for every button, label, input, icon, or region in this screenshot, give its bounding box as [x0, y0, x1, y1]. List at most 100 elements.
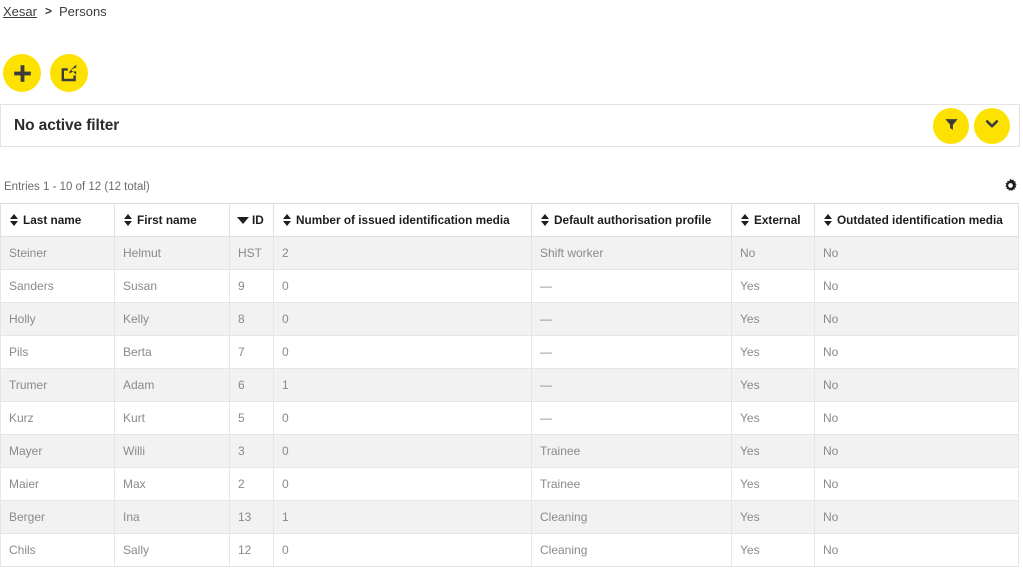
cell-first_name: Kurt	[114, 401, 230, 435]
cell-profile: —	[531, 302, 732, 336]
cell-external: Yes	[731, 401, 815, 435]
table-row[interactable]: Maier Max 2 0 Trainee Yes No	[0, 467, 1019, 501]
cell-id: 7	[229, 335, 274, 369]
column-header-issued-media[interactable]: Number of issued identification media	[273, 203, 532, 237]
cell-last_name: Pils	[0, 335, 115, 369]
cell-outdated: No	[814, 236, 1019, 270]
table-header-row: Last name First name ID Number of issued…	[0, 203, 1019, 237]
breadcrumb-current-persons: Persons	[58, 3, 107, 19]
cell-issued_media: 2	[273, 236, 532, 270]
cell-first_name: Berta	[114, 335, 230, 369]
cell-outdated: No	[814, 368, 1019, 402]
filter-panel: No active filter	[0, 104, 1020, 147]
cell-last_name: Trumer	[0, 368, 115, 402]
cell-external: Yes	[731, 368, 815, 402]
chevron-down-icon	[984, 116, 1000, 135]
gear-icon	[1003, 178, 1018, 196]
cell-id: 8	[229, 302, 274, 336]
column-header-label: Number of issued identification media	[296, 213, 510, 227]
cell-profile: Trainee	[531, 434, 732, 468]
entries-summary-row: Entries 1 - 10 of 12 (12 total)	[0, 178, 1020, 196]
column-header-default-profile[interactable]: Default authorisation profile	[531, 203, 732, 237]
column-header-label: External	[754, 213, 801, 227]
cell-first_name: Kelly	[114, 302, 230, 336]
cell-issued_media: 0	[273, 302, 532, 336]
funnel-icon	[944, 117, 959, 135]
table-row[interactable]: Holly Kelly 8 0— Yes No	[0, 302, 1019, 336]
add-person-button[interactable]	[3, 54, 41, 92]
cell-outdated: No	[814, 302, 1019, 336]
cell-profile: —	[531, 269, 732, 303]
breadcrumb-link-xesar[interactable]: Xesar	[3, 4, 37, 19]
sort-none-icon	[740, 214, 749, 226]
cell-first_name: Helmut	[114, 236, 230, 270]
column-header-outdated-media[interactable]: Outdated identification media	[814, 203, 1019, 237]
cell-profile: Cleaning	[531, 533, 732, 567]
cell-profile: —	[531, 335, 732, 369]
cell-external: Yes	[731, 467, 815, 501]
entries-count-label: Entries 1 - 10 of 12 (12 total)	[4, 181, 150, 193]
cell-external: Yes	[731, 434, 815, 468]
cell-last_name: Sanders	[0, 269, 115, 303]
table-row[interactable]: Mayer Willi 3 0 Trainee Yes No	[0, 434, 1019, 468]
cell-id: 9	[229, 269, 274, 303]
table-row[interactable]: Steiner Helmut HST 2 Shift worker No No	[0, 236, 1019, 270]
column-header-label: Default authorisation profile	[554, 213, 712, 227]
open-filter-button[interactable]	[933, 107, 969, 144]
cell-outdated: No	[814, 335, 1019, 369]
persons-table: Last name First name ID Number of issued…	[0, 203, 1019, 567]
expand-filter-button[interactable]	[974, 107, 1010, 144]
cell-external: Yes	[731, 533, 815, 567]
breadcrumb: Xesar > Persons	[0, 0, 107, 22]
sort-none-icon	[540, 214, 549, 226]
column-header-label: Last name	[23, 213, 82, 227]
cell-id: 6	[229, 368, 274, 402]
cell-issued_media: 0	[273, 434, 532, 468]
table-row[interactable]: Berger Ina 13 1 Cleaning Yes No	[0, 500, 1019, 534]
cell-outdated: No	[814, 434, 1019, 468]
sort-none-icon	[282, 214, 291, 226]
cell-first_name: Sally	[114, 533, 230, 567]
cell-last_name: Holly	[0, 302, 115, 336]
cell-last_name: Berger	[0, 500, 115, 534]
table-row[interactable]: Pils Berta 7 0— Yes No	[0, 335, 1019, 369]
cell-first_name: Max	[114, 467, 230, 501]
cell-issued_media: 0	[273, 401, 532, 435]
table-row[interactable]: Trumer Adam 6 1— Yes No	[0, 368, 1019, 402]
column-header-id[interactable]: ID	[229, 203, 274, 237]
cell-last_name: Kurz	[0, 401, 115, 435]
column-header-last-name[interactable]: Last name	[0, 203, 115, 237]
column-header-first-name[interactable]: First name	[114, 203, 230, 237]
table-header: Last name First name ID Number of issued…	[0, 203, 1019, 237]
table-row[interactable]: Chils Sally 12 0 Cleaning Yes No	[0, 533, 1019, 567]
cell-outdated: No	[814, 500, 1019, 534]
table-row[interactable]: Sanders Susan 9 0— Yes No	[0, 269, 1019, 303]
persons-table-container: Last name First name ID Number of issued…	[0, 203, 1019, 567]
cell-profile: —	[531, 401, 732, 435]
export-button[interactable]	[50, 54, 88, 92]
cell-last_name: Maier	[0, 467, 115, 501]
cell-issued_media: 0	[273, 269, 532, 303]
cell-id: HST	[229, 236, 274, 270]
sort-none-icon	[9, 214, 18, 226]
sort-none-icon	[823, 214, 832, 226]
export-share-icon	[59, 63, 79, 83]
cell-last_name: Mayer	[0, 434, 115, 468]
column-header-label: First name	[137, 213, 197, 227]
cell-external: Yes	[731, 302, 815, 336]
cell-profile: Shift worker	[531, 236, 732, 270]
table-row[interactable]: Kurz Kurt 5 0— Yes No	[0, 401, 1019, 435]
action-toolbar	[3, 54, 88, 92]
column-header-external[interactable]: External	[731, 203, 815, 237]
cell-last_name: Steiner	[0, 236, 115, 270]
cell-last_name: Chils	[0, 533, 115, 567]
cell-id: 13	[229, 500, 274, 534]
cell-first_name: Susan	[114, 269, 230, 303]
cell-first_name: Ina	[114, 500, 230, 534]
column-header-label: ID	[252, 213, 264, 227]
cell-profile: Cleaning	[531, 500, 732, 534]
table-settings-button[interactable]	[1003, 178, 1018, 196]
cell-outdated: No	[814, 401, 1019, 435]
cell-id: 2	[229, 467, 274, 501]
table-body: Steiner Helmut HST 2 Shift worker No No Sanders…	[0, 236, 1019, 567]
